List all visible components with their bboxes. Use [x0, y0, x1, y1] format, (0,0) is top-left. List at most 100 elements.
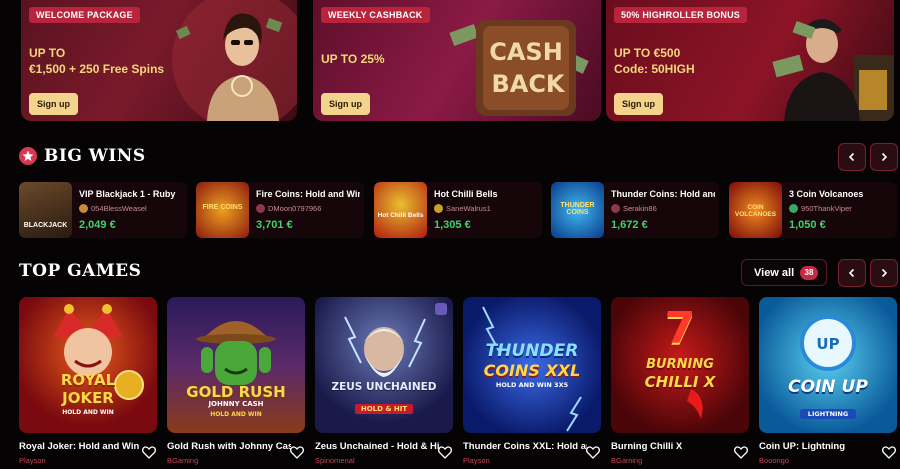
- game-card-coin-up-lightning[interactable]: UP COIN UP LIGHTNING: [759, 297, 897, 433]
- game-provider: Booongo: [759, 456, 790, 465]
- game-logo-line3: LIGHTNING: [799, 409, 857, 419]
- signup-button[interactable]: Sign up: [321, 93, 370, 115]
- game-logo-line3: HOLD AND WIN: [62, 409, 114, 416]
- cashback-art-text-2: BACK: [491, 70, 565, 98]
- big-win-card[interactable]: COIN VOLCANOES 3 Coin Volcanoes 950Thank…: [729, 182, 897, 238]
- win-username: DMoon0797966: [268, 204, 322, 213]
- promo-badge: 50% HIGHROLLER BONUS: [614, 7, 748, 23]
- game-logo-line1: ROYAL: [60, 371, 116, 389]
- game-logo-line2: JOHNNY CASH: [208, 400, 264, 408]
- game-provider: BGaming: [167, 456, 199, 465]
- game-title[interactable]: Coin UP: Lightning: [759, 441, 883, 452]
- game-card-royal-joker[interactable]: ROYAL JOKER HOLD AND WIN: [19, 297, 157, 433]
- win-game-name: 3 Coin Volcanoes: [789, 189, 864, 199]
- user-avatar-icon: [256, 204, 265, 213]
- game-provider: Playson: [463, 456, 490, 465]
- top-games-prev-button[interactable]: [838, 259, 866, 287]
- promo-offer-line1: UP TO 25%: [321, 52, 385, 66]
- cashback-wallet-illustration: CASH BACK: [449, 20, 589, 116]
- win-amount: 1,305 €: [434, 219, 471, 231]
- chevron-right-icon: [881, 152, 888, 162]
- signup-button[interactable]: Sign up: [614, 93, 663, 115]
- promo-offer-line1: UP TO €500: [614, 46, 681, 60]
- promo-offer: UP TO €500 Code: 50HIGH: [614, 45, 695, 77]
- view-all-button[interactable]: View all 38: [741, 259, 827, 286]
- win-game-name: VIP Blackjack 1 - Ruby: [79, 189, 176, 199]
- game-card-gold-rush[interactable]: GOLD RUSH JOHNNY CASH HOLD AND WIN: [167, 297, 305, 433]
- view-all-label: View all: [754, 267, 795, 279]
- favorite-heart-icon[interactable]: [586, 446, 600, 459]
- chilli-illustration: [687, 389, 703, 419]
- thumbnail-label: FIRE COINS: [202, 204, 243, 211]
- big-win-card[interactable]: FIRE COINS Fire Coins: Hold and Win DMoo…: [196, 182, 364, 238]
- thumbnail-label: THUNDER COINS: [560, 202, 595, 216]
- game-logo-line3: HOLD AND WIN: [210, 411, 262, 418]
- chevron-right-icon: [881, 268, 888, 278]
- game-title[interactable]: Gold Rush with Johnny Cash: [167, 441, 291, 452]
- chevron-left-icon: [848, 152, 855, 162]
- game-title[interactable]: Zeus Unchained - Hold & Hit: [315, 441, 439, 452]
- thumbnail-label: BLACKJACK: [23, 222, 68, 229]
- game-title[interactable]: Royal Joker: Hold and Win: [19, 441, 143, 452]
- game-provider: BGaming: [611, 456, 643, 465]
- favorite-heart-icon[interactable]: [882, 446, 896, 459]
- game-logo-line2: HOLD & HIT: [354, 404, 414, 414]
- win-amount: 1,050 €: [789, 219, 826, 231]
- signup-button[interactable]: Sign up: [29, 93, 78, 115]
- favorite-heart-icon[interactable]: [438, 446, 452, 459]
- game-thumbnail: BLACKJACK: [19, 182, 72, 238]
- top-games-title: TOP GAMES: [19, 261, 142, 281]
- win-username: 950ThankViper: [801, 204, 852, 213]
- promo-welcome-package[interactable]: WELCOME PACKAGE UP TO €1,500 + 250 Free …: [21, 0, 297, 121]
- game-card-thunder-coins-xxl[interactable]: THUNDER COINS XXL HOLD AND WIN 3X5: [463, 297, 601, 433]
- game-thumbnail: COIN VOLCANOES: [729, 182, 782, 238]
- game-logo-line2: COINS XXL: [483, 361, 581, 380]
- big-win-card[interactable]: THUNDER COINS Thunder Coins: Hold and Wi…: [551, 182, 719, 238]
- big-win-card[interactable]: BLACKJACK VIP Blackjack 1 - Ruby 054Bles…: [19, 182, 187, 238]
- game-provider: Playson: [19, 456, 46, 465]
- game-title[interactable]: Thunder Coins XXL: Hold and Win: [463, 441, 587, 452]
- big-win-card[interactable]: Hot Chilli Bells Hot Chilli Bells SaneWa…: [374, 182, 542, 238]
- promo-highroller-bonus[interactable]: 50% HIGHROLLER BONUS UP TO €500 Code: 50…: [606, 0, 894, 121]
- favorite-heart-icon[interactable]: [142, 446, 156, 459]
- promo-weekly-cashback[interactable]: CASH BACK WEEKLY CASHBACK UP TO 25% Sign…: [313, 0, 601, 121]
- user-avatar-icon: [611, 204, 620, 213]
- game-card-burning-chilli-x[interactable]: 7 BURNING CHILLI X: [611, 297, 749, 433]
- win-username: 054BlessWeasel: [91, 204, 147, 213]
- win-amount: 3,701 €: [256, 219, 293, 231]
- game-card-zeus-unchained[interactable]: ZEUS UNCHAINED HOLD & HIT: [315, 297, 453, 433]
- game-logo-line2: JOKER: [62, 389, 114, 407]
- game-logo-line1: UP: [816, 335, 840, 353]
- game-logo-line2-wrap: HOLD & HIT: [315, 396, 453, 415]
- game-logo-line1: ZEUS UNCHAINED: [331, 381, 437, 393]
- promo-badge: WEEKLY CASHBACK: [321, 7, 430, 23]
- games-count-badge: 38: [800, 266, 818, 280]
- win-game-name: Thunder Coins: Hold and Win: [611, 189, 715, 199]
- big-wins-title: BIG WINS: [44, 146, 146, 166]
- promo-offer: UP TO €1,500 + 250 Free Spins: [29, 45, 164, 77]
- chevron-left-icon: [848, 268, 855, 278]
- thumbnail-label: COIN VOLCANOES: [734, 204, 777, 218]
- game-thumbnail: Hot Chilli Bells: [374, 182, 427, 238]
- user-avatar-icon: [79, 204, 88, 213]
- game-title[interactable]: Burning Chilli X: [611, 441, 735, 452]
- promo-offer-line1: UP TO: [29, 46, 66, 60]
- game-thumbnail: THUNDER COINS: [551, 182, 604, 238]
- user-avatar-icon: [789, 204, 798, 213]
- promo-woman-illustration: [172, 0, 297, 121]
- thumbnail-label: Hot Chilli Bells: [377, 212, 424, 219]
- big-wins-next-button[interactable]: [870, 143, 898, 171]
- favorite-heart-icon[interactable]: [734, 446, 748, 459]
- game-logo-line2: COIN UP: [788, 377, 868, 397]
- user-avatar-icon: [434, 204, 443, 213]
- game-logo-line3-wrap: LIGHTNING: [759, 401, 897, 420]
- big-wins-prev-button[interactable]: [838, 143, 866, 171]
- win-amount: 1,672 €: [611, 219, 648, 231]
- game-logo-line3: HOLD AND WIN 3X5: [495, 381, 569, 389]
- game-provider: Spinomenal: [315, 456, 355, 465]
- promo-badge: WELCOME PACKAGE: [29, 7, 140, 23]
- favorite-heart-icon[interactable]: [290, 446, 304, 459]
- promo-offer-line2: €1,500 + 250 Free Spins: [29, 62, 165, 76]
- game-logo-line1: GOLD RUSH: [186, 383, 286, 401]
- top-games-next-button[interactable]: [870, 259, 898, 287]
